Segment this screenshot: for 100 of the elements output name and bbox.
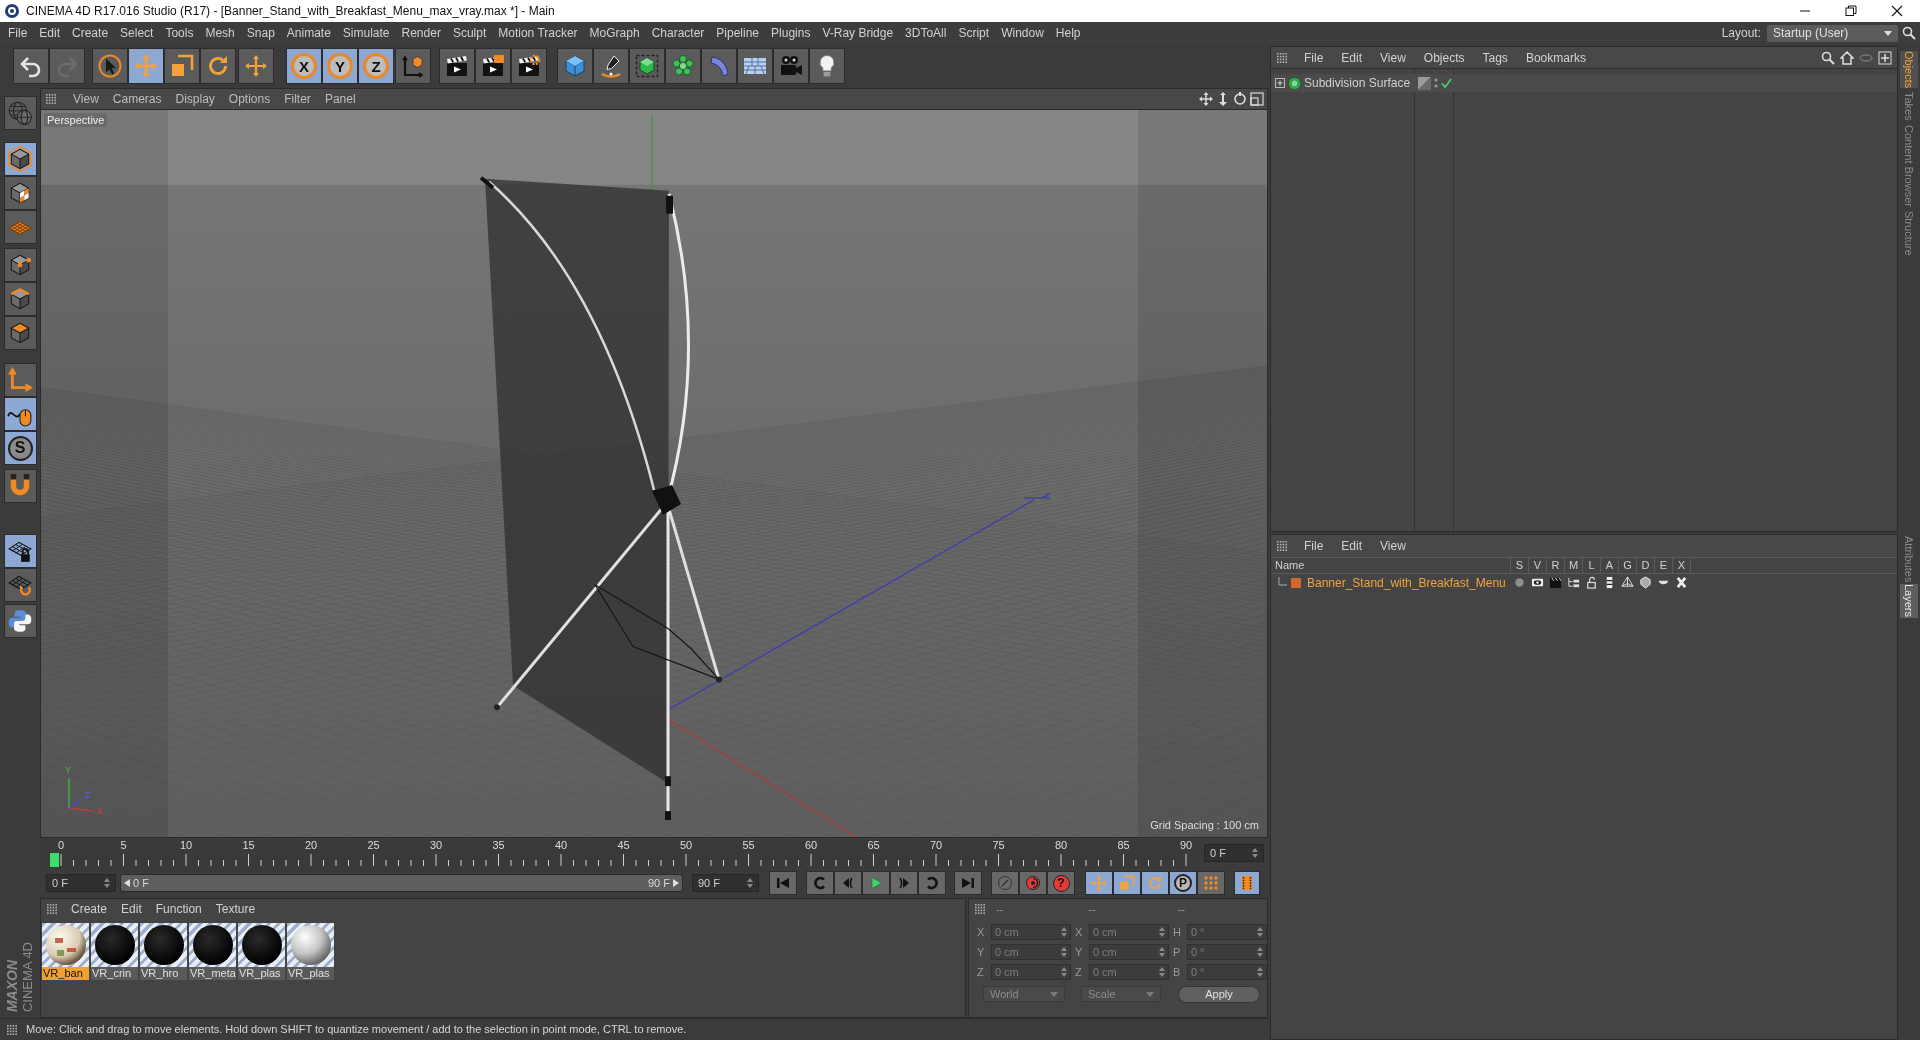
rotation-key-button[interactable] xyxy=(1141,871,1169,895)
model-mode-button[interactable] xyxy=(3,96,37,130)
axis-lock-button[interactable]: Z xyxy=(358,48,394,84)
search-icon[interactable] xyxy=(1902,26,1916,40)
menu-item[interactable]: Function xyxy=(149,899,208,919)
menu-item[interactable]: View xyxy=(1371,47,1415,68)
menu-item[interactable]: Plugins xyxy=(765,23,817,43)
menu-item[interactable]: Render xyxy=(395,23,447,43)
search-icon[interactable] xyxy=(1821,50,1835,65)
points-mode-button[interactable] xyxy=(3,248,37,282)
spinner-icon[interactable] xyxy=(1159,947,1165,957)
shield-icon[interactable] xyxy=(1638,576,1652,589)
go-to-start-button[interactable] xyxy=(769,871,797,895)
grip-icon[interactable] xyxy=(47,904,57,914)
cloner-button[interactable] xyxy=(665,48,701,84)
grip-icon[interactable] xyxy=(975,904,985,914)
spinner-icon[interactable] xyxy=(1257,927,1263,937)
snap-button[interactable] xyxy=(3,469,37,503)
menu-item[interactable]: Simulate xyxy=(336,23,396,43)
spinner-icon[interactable] xyxy=(747,878,753,888)
point-key-button[interactable] xyxy=(1197,871,1225,895)
light-button[interactable] xyxy=(809,48,845,84)
menu-item[interactable]: Objects xyxy=(1414,47,1474,68)
spinner-icon[interactable] xyxy=(1061,967,1067,977)
menu-item[interactable]: Select xyxy=(114,23,160,43)
polygons-mode-button[interactable] xyxy=(3,316,37,350)
undo-button[interactable] xyxy=(13,48,49,84)
grip-icon[interactable] xyxy=(1277,541,1287,551)
clapperboard-icon[interactable] xyxy=(1548,576,1562,589)
menu-item[interactable]: Cameras xyxy=(105,89,169,109)
cross-icon[interactable] xyxy=(1674,576,1688,589)
deformer-button[interactable] xyxy=(701,48,737,84)
menu-item[interactable]: File xyxy=(1295,47,1333,68)
menu-item[interactable]: Texture xyxy=(209,899,262,919)
layer-name[interactable]: Banner_Stand_with_Breakfast_Menu xyxy=(1307,573,1506,592)
visibility-dots-icon[interactable] xyxy=(1434,77,1438,89)
menu-item[interactable]: Bookmarks xyxy=(1516,47,1595,68)
spinner-icon[interactable] xyxy=(1159,967,1165,977)
menu-item[interactable]: Edit xyxy=(33,23,67,43)
tag-icon[interactable] xyxy=(1418,76,1431,90)
menu-item[interactable]: Create xyxy=(65,899,114,919)
timeline-button[interactable] xyxy=(1234,871,1260,895)
start-frame-field[interactable]: 0 F xyxy=(46,874,116,892)
menu-item[interactable]: Tools xyxy=(159,23,200,43)
object-mode-button[interactable] xyxy=(3,142,37,176)
help-button[interactable]: ? xyxy=(1047,871,1075,895)
object-name[interactable]: Subdivision Surface xyxy=(1304,74,1411,92)
expand-icon[interactable] xyxy=(1275,78,1285,88)
end-frame-field[interactable]: 90 F xyxy=(692,874,759,892)
side-tab[interactable]: Objects xyxy=(1900,51,1918,89)
picture-viewer-button[interactable] xyxy=(475,48,511,84)
live-selection-button[interactable] xyxy=(92,48,128,84)
current-frame-field[interactable]: 0 F xyxy=(1204,844,1264,862)
orbit-icon[interactable] xyxy=(1233,92,1247,106)
menu-item[interactable]: Options xyxy=(221,89,278,109)
grip-icon[interactable] xyxy=(7,1024,17,1035)
menu-item[interactable]: Edit xyxy=(115,899,148,919)
edges-mode-button[interactable] xyxy=(3,282,37,316)
menu-item[interactable]: Filter xyxy=(277,89,318,109)
rotate-button[interactable] xyxy=(200,48,236,84)
tweak-mode-button[interactable] xyxy=(3,397,37,431)
menu-item[interactable]: V-Ray Bridge xyxy=(816,23,900,43)
subdivision-button[interactable] xyxy=(629,48,665,84)
viewport-canvas[interactable]: Perspective Grid Spacing : 100 cm Y X Z xyxy=(41,109,1267,837)
recent-tool-button[interactable] xyxy=(238,48,274,84)
render-settings-button[interactable] xyxy=(511,48,547,84)
pen-button[interactable] xyxy=(593,48,629,84)
next-frame-button[interactable] xyxy=(918,871,946,895)
menu-item[interactable]: Edit xyxy=(1332,536,1372,556)
menu-item[interactable]: View xyxy=(66,89,106,109)
menu-item[interactable]: Mesh xyxy=(199,23,241,43)
spinner-icon[interactable] xyxy=(1061,927,1067,937)
layout-dropdown[interactable]: Startup (User) xyxy=(1767,24,1898,42)
menu-item[interactable]: Script xyxy=(952,23,996,43)
side-tab[interactable]: Layers xyxy=(1900,584,1918,618)
scale-key-button[interactable] xyxy=(1113,871,1141,895)
menu-item[interactable]: Pipeline xyxy=(710,23,766,43)
menu-item[interactable]: Display xyxy=(168,89,222,109)
move-button[interactable] xyxy=(128,48,164,84)
home-icon[interactable] xyxy=(1840,50,1854,65)
environment-button[interactable] xyxy=(737,48,773,84)
coordinate-system-button[interactable] xyxy=(395,48,431,84)
spinner-icon[interactable] xyxy=(1257,947,1263,957)
maximize-icon[interactable] xyxy=(1250,92,1264,106)
workplane-button[interactable] xyxy=(3,568,37,602)
texture-axis-button[interactable] xyxy=(3,210,37,244)
workplane-lock-button[interactable] xyxy=(3,534,37,568)
menu-item[interactable]: MoGraph xyxy=(583,23,646,43)
python-button[interactable] xyxy=(3,604,37,638)
position-key-button[interactable] xyxy=(1085,871,1113,895)
menu-item[interactable]: Tags xyxy=(1473,47,1517,68)
menu-item[interactable]: Sculpt xyxy=(446,23,493,43)
previous-key-button[interactable] xyxy=(834,871,862,895)
record-button[interactable] xyxy=(1019,871,1047,895)
pan-icon[interactable] xyxy=(1199,92,1213,106)
spinner-icon[interactable] xyxy=(104,878,110,888)
grip-icon[interactable] xyxy=(46,94,56,104)
scale-button[interactable] xyxy=(164,48,200,84)
menu-item[interactable]: File xyxy=(2,23,34,43)
axis-lock-button[interactable]: Y xyxy=(322,48,358,84)
